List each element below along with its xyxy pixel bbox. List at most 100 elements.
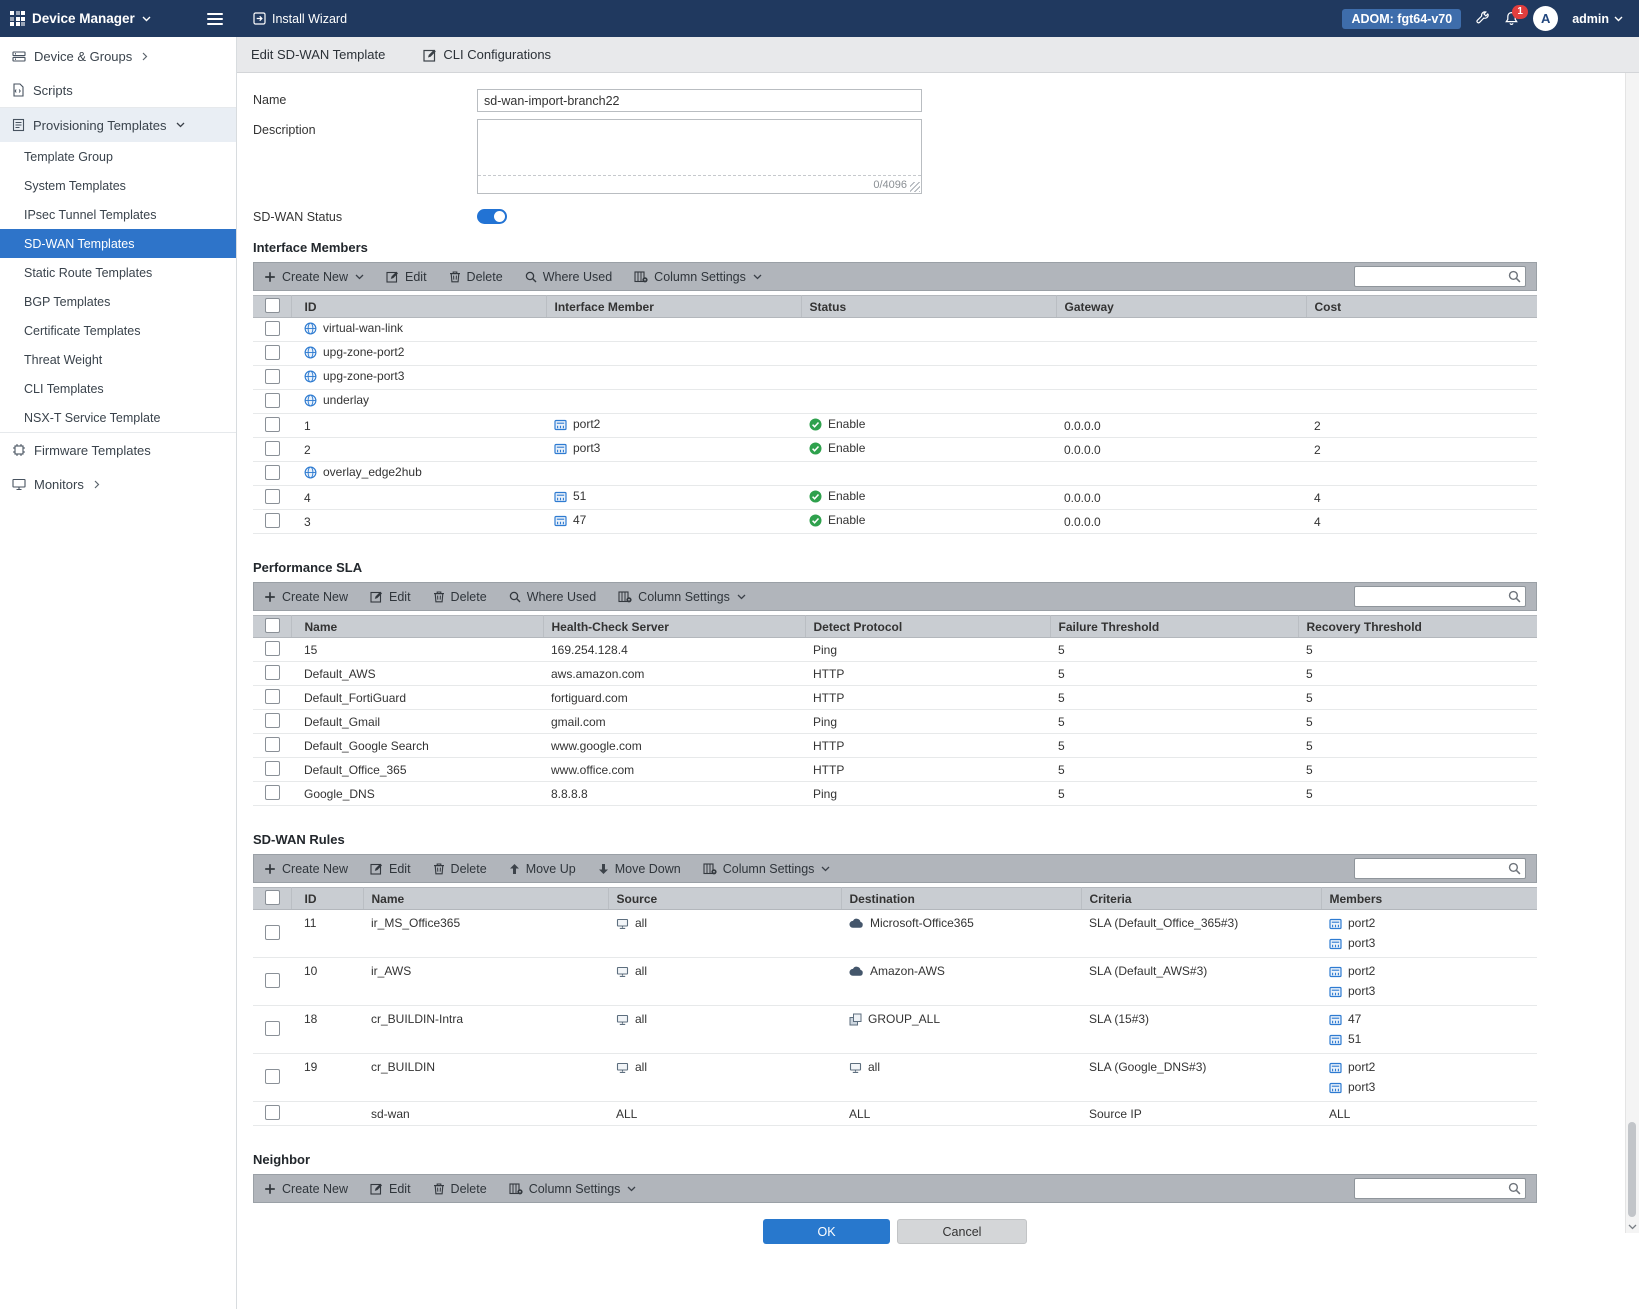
table-row[interactable]: upg-zone-port2 xyxy=(253,341,1537,366)
row-checkbox[interactable] xyxy=(265,464,280,480)
row-checkbox[interactable] xyxy=(265,368,280,384)
column-header-id[interactable]: ID xyxy=(291,295,547,318)
column-header-gateway[interactable]: Gateway xyxy=(1056,295,1307,318)
column-header-destination[interactable]: Destination xyxy=(841,887,1082,910)
column-settings-button[interactable]: Column Settings xyxy=(509,1182,637,1196)
menu-toggle-icon[interactable] xyxy=(207,12,223,25)
sidebar-item-monitors[interactable]: Monitors xyxy=(0,467,236,501)
adom-badge[interactable]: ADOM: fgt64-v70 xyxy=(1342,8,1462,29)
table-row[interactable]: Google_DNS 8.8.8.8 Ping 5 5 xyxy=(253,781,1537,806)
cli-configurations-tab[interactable]: CLI Configurations xyxy=(423,47,551,62)
move-down-button[interactable]: Move Down xyxy=(598,862,681,876)
row-checkbox[interactable] xyxy=(265,488,280,504)
resize-grip[interactable] xyxy=(910,182,920,192)
create-new-button[interactable]: Create New xyxy=(264,590,348,604)
sidebar-item-threat-weight[interactable]: Threat Weight xyxy=(0,345,236,374)
sidebar-item-static-route-templates[interactable]: Static Route Templates xyxy=(0,258,236,287)
column-header-status[interactable]: Status xyxy=(801,295,1057,318)
sidebar-item-firmware-templates[interactable]: Firmware Templates xyxy=(0,433,236,467)
column-settings-button[interactable]: Column Settings xyxy=(618,590,746,604)
row-checkbox[interactable] xyxy=(265,320,280,336)
sdwan-rules-search-input[interactable] xyxy=(1354,858,1526,879)
create-new-button[interactable]: Create New xyxy=(264,270,364,284)
name-input[interactable] xyxy=(477,89,922,112)
ok-button[interactable]: OK xyxy=(763,1219,890,1244)
row-checkbox[interactable] xyxy=(265,1104,280,1120)
description-textarea[interactable] xyxy=(478,120,921,175)
row-checkbox[interactable] xyxy=(265,712,280,728)
sidebar-item-template-group[interactable]: Template Group xyxy=(0,142,236,171)
column-header-name[interactable]: Name xyxy=(363,887,609,910)
row-checkbox[interactable] xyxy=(265,512,280,528)
column-header-cost[interactable]: Cost xyxy=(1306,295,1537,318)
scrollbar-thumb[interactable] xyxy=(1628,1122,1636,1217)
table-row[interactable]: Default_AWS aws.amazon.com HTTP 5 5 xyxy=(253,661,1537,686)
sidebar-item-certificate-templates[interactable]: Certificate Templates xyxy=(0,316,236,345)
delete-button[interactable]: Delete xyxy=(449,270,503,284)
app-switcher[interactable]: Device Manager xyxy=(10,11,151,26)
table-row[interactable]: 4 51 Enable 0.0.0.0 4 xyxy=(253,485,1537,510)
chevron-down-icon[interactable] xyxy=(1628,1224,1637,1230)
create-new-button[interactable]: Create New xyxy=(264,1182,348,1196)
table-row[interactable]: 11 ir_MS_Office365 all Microsoft-Office365 S… xyxy=(253,909,1537,958)
edit-button[interactable]: Edit xyxy=(370,1182,411,1196)
table-row[interactable]: 18 cr_BUILDIN-Intra all GROUP_ALL SLA (15#3)… xyxy=(253,1005,1537,1054)
column-header-criteria[interactable]: Criteria xyxy=(1081,887,1322,910)
where-used-button[interactable]: Where Used xyxy=(525,270,612,284)
table-row[interactable]: 3 47 Enable 0.0.0.0 4 xyxy=(253,509,1537,534)
sidebar-item-device-groups[interactable]: Device & Groups xyxy=(0,39,236,73)
where-used-button[interactable]: Where Used xyxy=(509,590,596,604)
column-header-recovery-threshold[interactable]: Recovery Threshold xyxy=(1298,615,1537,638)
row-checkbox[interactable] xyxy=(265,392,280,408)
select-all-checkbox[interactable] xyxy=(265,617,280,633)
edit-button[interactable]: Edit xyxy=(386,270,427,284)
table-row[interactable]: virtual-wan-link xyxy=(253,317,1537,342)
table-row[interactable]: upg-zone-port3 xyxy=(253,365,1537,390)
move-up-button[interactable]: Move Up xyxy=(509,862,576,876)
row-checkbox[interactable] xyxy=(265,760,280,776)
sidebar-item-provisioning-templates[interactable]: Provisioning Templates xyxy=(0,108,236,142)
edit-button[interactable]: Edit xyxy=(370,590,411,604)
column-header-id[interactable]: ID xyxy=(291,887,364,910)
row-checkbox[interactable] xyxy=(265,924,280,940)
column-header-interface-member[interactable]: Interface Member xyxy=(546,295,802,318)
row-checkbox[interactable] xyxy=(265,416,280,432)
row-checkbox[interactable] xyxy=(265,736,280,752)
column-header-failure-threshold[interactable]: Failure Threshold xyxy=(1050,615,1299,638)
column-settings-button[interactable]: Column Settings xyxy=(703,862,831,876)
table-row[interactable]: 1 port2 Enable 0.0.0.0 2 xyxy=(253,413,1537,438)
sidebar-item-ipsec-tunnel-templates[interactable]: IPsec Tunnel Templates xyxy=(0,200,236,229)
table-row[interactable]: sd-wan ALL ALL Source IP ALL xyxy=(253,1101,1537,1126)
vertical-scrollbar[interactable] xyxy=(1625,73,1639,1233)
interface-members-search-input[interactable] xyxy=(1354,266,1526,287)
column-header-health-check-server[interactable]: Health-Check Server xyxy=(543,615,806,638)
table-row[interactable]: overlay_edge2hub xyxy=(253,461,1537,486)
cancel-button[interactable]: Cancel xyxy=(897,1219,1027,1244)
table-row[interactable]: 15 169.254.128.4 Ping 5 5 xyxy=(253,637,1537,662)
row-checkbox[interactable] xyxy=(265,972,280,988)
sidebar-item-sd-wan-templates[interactable]: SD-WAN Templates xyxy=(0,229,236,258)
wrench-icon[interactable] xyxy=(1475,11,1490,26)
performance-sla-search-input[interactable] xyxy=(1354,586,1526,607)
row-checkbox[interactable] xyxy=(265,440,280,456)
notifications-button[interactable]: 1 xyxy=(1504,5,1529,26)
table-row[interactable]: Default_Office_365 www.office.com HTTP 5 5 xyxy=(253,757,1537,782)
sidebar-item-cli-templates[interactable]: CLI Templates xyxy=(0,374,236,403)
delete-button[interactable]: Delete xyxy=(433,862,487,876)
column-header-members[interactable]: Members xyxy=(1321,887,1537,910)
table-row[interactable]: Default_FortiGuard fortiguard.com HTTP 5 5 xyxy=(253,685,1537,710)
sidebar-item-nsx-t-service-template[interactable]: NSX-T Service Template xyxy=(0,403,236,432)
sdwan-status-toggle[interactable] xyxy=(477,209,507,224)
row-checkbox[interactable] xyxy=(265,784,280,800)
sidebar-item-scripts[interactable]: Scripts xyxy=(0,73,236,107)
table-row[interactable]: underlay xyxy=(253,389,1537,414)
row-checkbox[interactable] xyxy=(265,1020,280,1036)
row-checkbox[interactable] xyxy=(265,688,280,704)
delete-button[interactable]: Delete xyxy=(433,1182,487,1196)
column-header-name[interactable]: Name xyxy=(291,615,544,638)
row-checkbox[interactable] xyxy=(265,640,280,656)
row-checkbox[interactable] xyxy=(265,1068,280,1084)
column-settings-button[interactable]: Column Settings xyxy=(634,270,762,284)
avatar[interactable]: A xyxy=(1533,6,1559,31)
table-row[interactable]: 19 cr_BUILDIN all all SLA (Google_DNS#3) port… xyxy=(253,1053,1537,1102)
